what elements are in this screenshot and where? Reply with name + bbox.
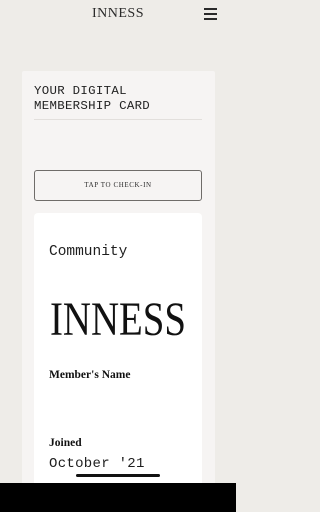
home-indicator[interactable]	[76, 474, 160, 477]
menu-line	[204, 18, 217, 20]
brand-logo[interactable]: INNESS	[0, 6, 236, 22]
logo-text: INNESS	[50, 293, 186, 345]
menu-line	[204, 13, 217, 15]
menu-line	[204, 8, 217, 10]
hamburger-menu-icon[interactable]	[204, 8, 218, 20]
panel-heading: YOUR DIGITAL MEMBERSHIP CARD	[34, 84, 151, 113]
divider	[34, 119, 202, 120]
bottom-bar	[0, 483, 236, 512]
member-name-label: Member's Name	[49, 369, 131, 381]
membership-tier: Community	[49, 244, 128, 260]
joined-date: October '21	[49, 456, 145, 472]
card-logo: INNESS	[34, 293, 202, 345]
top-bar: INNESS	[0, 0, 236, 28]
membership-panel: YOUR DIGITAL MEMBERSHIP CARD TAP TO CHEC…	[22, 71, 215, 503]
joined-label: Joined	[49, 437, 82, 449]
membership-card: Community INNESS Member's Name Joined Oc…	[34, 213, 202, 503]
check-in-button[interactable]: TAP TO CHECK-IN	[34, 170, 202, 201]
